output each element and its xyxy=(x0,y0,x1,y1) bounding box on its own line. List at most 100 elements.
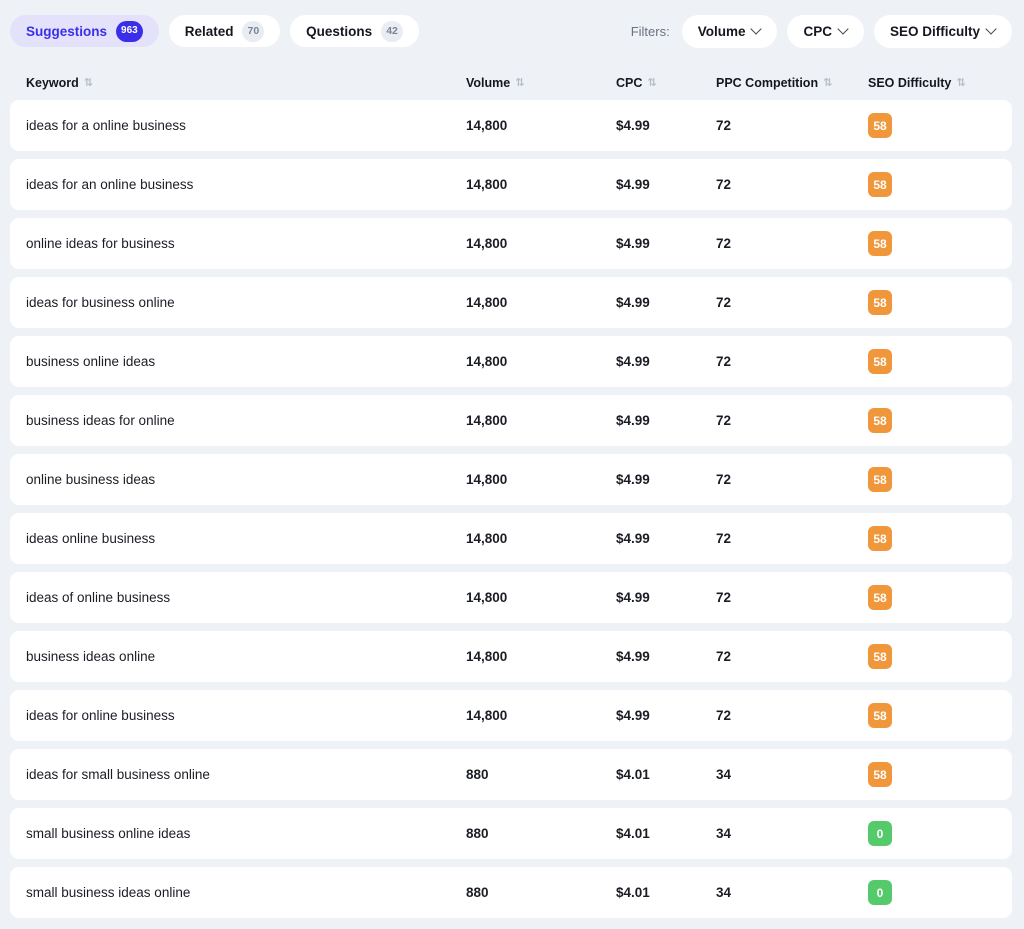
column-header-label: Volume xyxy=(466,76,511,90)
cell-volume: 14,800 xyxy=(466,177,508,192)
cell-keyword: business online ideas xyxy=(26,354,156,369)
cell-keyword: online business ideas xyxy=(26,472,156,487)
seo-difficulty-badge: 58 xyxy=(868,172,892,197)
cell-seo-difficulty: 58 xyxy=(868,644,992,669)
cell-volume: 14,800 xyxy=(466,413,508,428)
filters-label: Filters: xyxy=(630,23,670,39)
cell-cpc: $4.99 xyxy=(616,354,650,369)
column-header-label: CPC xyxy=(616,76,643,90)
filter-bar: Filters: Volume CPC SEO Difficulty xyxy=(630,14,1012,48)
cell-seo-difficulty: 58 xyxy=(868,526,992,551)
filter-label: SEO Difficulty xyxy=(889,23,980,39)
cell-volume: 880 xyxy=(466,767,489,782)
cell-volume: 14,800 xyxy=(466,295,508,310)
column-header-label: PPC Competition xyxy=(716,76,819,90)
filter-cpc[interactable]: CPC xyxy=(787,14,864,48)
cell-cpc: $4.01 xyxy=(616,826,650,841)
cell-cpc: $4.01 xyxy=(616,885,650,900)
cell-ppc-competition: 72 xyxy=(716,236,732,251)
filter-volume[interactable]: Volume xyxy=(681,14,778,48)
tab-count-badge: 70 xyxy=(242,20,265,42)
cell-keyword: ideas online business xyxy=(26,531,156,546)
column-header-volume[interactable]: Volume ⇅ xyxy=(466,76,616,90)
table-body: ideas for a online business 14,800 $4.99 72… xyxy=(0,100,1024,918)
cell-keyword: ideas for business online xyxy=(26,295,175,310)
table-row[interactable]: business online ideas 14,800 $4.99 72 58 xyxy=(10,336,1012,387)
cell-cpc: $4.01 xyxy=(616,767,650,782)
table-row[interactable]: business ideas for online 14,800 $4.99 72 58 xyxy=(10,395,1012,446)
table-header-row: Keyword ⇅ Volume ⇅ CPC ⇅ PPC Competition ⇅ SEO D… xyxy=(0,66,1024,100)
cell-cpc: $4.99 xyxy=(616,295,650,310)
sort-icon[interactable]: ⇅ xyxy=(956,77,965,89)
cell-seo-difficulty: 58 xyxy=(868,703,992,728)
cell-volume: 880 xyxy=(466,885,489,900)
table-row[interactable]: ideas for online business 14,800 $4.99 72 58 xyxy=(10,690,1012,741)
table-row[interactable]: ideas for small business online 880 $4.01 3… xyxy=(10,749,1012,800)
cell-seo-difficulty: 58 xyxy=(868,113,992,138)
cell-cpc: $4.99 xyxy=(616,708,650,723)
seo-difficulty-badge: 58 xyxy=(868,231,892,256)
seo-difficulty-badge: 58 xyxy=(868,644,892,669)
seo-difficulty-badge: 58 xyxy=(868,526,892,551)
table-row[interactable]: ideas online business 14,800 $4.99 72 58 xyxy=(10,513,1012,564)
toolbar: Suggestions 963 Related 70 Questions 42 Filte… xyxy=(0,0,1024,62)
tab-label: Questions xyxy=(306,23,373,39)
table-row[interactable]: business ideas online 14,800 $4.99 72 58 xyxy=(10,631,1012,682)
sort-icon[interactable]: ⇅ xyxy=(515,77,524,89)
cell-cpc: $4.99 xyxy=(616,590,650,605)
cell-cpc: $4.99 xyxy=(616,413,650,428)
cell-seo-difficulty: 58 xyxy=(868,762,992,787)
cell-keyword: small business online ideas xyxy=(26,826,191,841)
column-header-seo[interactable]: SEO Difficulty ⇅ xyxy=(868,76,992,90)
cell-seo-difficulty: 58 xyxy=(868,172,992,197)
tab-related[interactable]: Related 70 xyxy=(168,15,281,47)
column-header-label: SEO Difficulty xyxy=(868,76,952,90)
table-row[interactable]: small business ideas online 880 $4.01 34 0 xyxy=(10,867,1012,918)
cell-ppc-competition: 72 xyxy=(716,413,732,428)
cell-keyword: ideas for small business online xyxy=(26,767,210,782)
cell-cpc: $4.99 xyxy=(616,531,650,546)
tab-label: Related xyxy=(184,23,234,39)
tab-questions[interactable]: Questions 42 xyxy=(290,15,419,47)
column-header-cpc[interactable]: CPC ⇅ xyxy=(616,76,716,90)
cell-seo-difficulty: 58 xyxy=(868,349,992,374)
tab-list: Suggestions 963 Related 70 Questions 42 xyxy=(10,15,419,47)
tab-count-badge: 963 xyxy=(116,20,143,42)
cell-cpc: $4.99 xyxy=(616,118,650,133)
cell-keyword: online ideas for business xyxy=(26,236,175,251)
cell-keyword: business ideas online xyxy=(26,649,156,664)
cell-seo-difficulty: 58 xyxy=(868,408,992,433)
cell-keyword: ideas for an online business xyxy=(26,177,194,192)
table-row[interactable]: ideas of online business 14,800 $4.99 72 58 xyxy=(10,572,1012,623)
cell-volume: 14,800 xyxy=(466,118,508,133)
table-row[interactable]: ideas for a online business 14,800 $4.99 72… xyxy=(10,100,1012,151)
sort-icon[interactable]: ⇅ xyxy=(647,77,656,89)
table-row[interactable]: online ideas for business 14,800 $4.99 72 58 xyxy=(10,218,1012,269)
cell-volume: 14,800 xyxy=(466,708,508,723)
seo-difficulty-badge: 0 xyxy=(868,821,892,846)
cell-ppc-competition: 72 xyxy=(716,295,732,310)
column-header-keyword[interactable]: Keyword ⇅ xyxy=(10,76,466,90)
column-header-ppc[interactable]: PPC Competition ⇅ xyxy=(716,76,868,90)
sort-icon[interactable]: ⇅ xyxy=(84,77,93,89)
table-row[interactable]: online business ideas 14,800 $4.99 72 58 xyxy=(10,454,1012,505)
sort-icon[interactable]: ⇅ xyxy=(823,77,832,89)
cell-ppc-competition: 72 xyxy=(716,531,732,546)
cell-ppc-competition: 34 xyxy=(716,885,732,900)
table-row[interactable]: ideas for an online business 14,800 $4.99 7… xyxy=(10,159,1012,210)
cell-volume: 14,800 xyxy=(466,590,508,605)
seo-difficulty-badge: 58 xyxy=(868,703,892,728)
tab-suggestions[interactable]: Suggestions 963 xyxy=(10,15,159,47)
cell-volume: 14,800 xyxy=(466,531,508,546)
cell-ppc-competition: 34 xyxy=(716,826,732,841)
cell-ppc-competition: 72 xyxy=(716,472,732,487)
table-row[interactable]: small business online ideas 880 $4.01 34 0 xyxy=(10,808,1012,859)
cell-seo-difficulty: 58 xyxy=(868,585,992,610)
cell-cpc: $4.99 xyxy=(616,236,650,251)
seo-difficulty-badge: 58 xyxy=(868,349,892,374)
filter-seo-difficulty[interactable]: SEO Difficulty xyxy=(873,14,1012,48)
filter-label: Volume xyxy=(697,23,746,39)
cell-volume: 14,800 xyxy=(466,354,508,369)
table-row[interactable]: ideas for business online 14,800 $4.99 72 58 xyxy=(10,277,1012,328)
cell-seo-difficulty: 58 xyxy=(868,290,992,315)
